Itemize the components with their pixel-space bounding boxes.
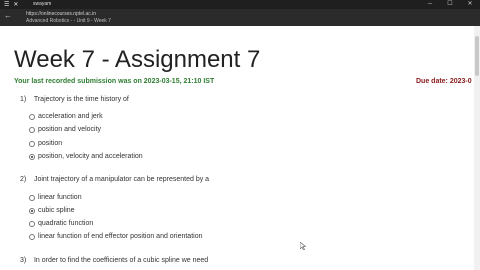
question-text: In order to find the coefficients of a c… <box>33 257 209 264</box>
browser-title-bar: ☰ ✕ swayam ─ ☐ ✕ <box>0 0 480 9</box>
option-label: position <box>38 140 63 147</box>
radio-button[interactable] <box>29 233 35 240</box>
page-scrollbar[interactable] <box>474 26 480 270</box>
mouse-cursor-icon <box>300 242 306 250</box>
option-label: linear function of end effector position… <box>38 233 203 240</box>
question-2: 2) Joint trajectory of a manipulator can… <box>20 176 209 183</box>
page-title: Week 7 - Assignment 7 <box>14 46 261 73</box>
url-text[interactable]: https://onlinecourses.nptel.ac.in <box>26 11 96 17</box>
question-number: 1) <box>20 96 27 103</box>
question-number: 2) <box>20 176 27 183</box>
minimize-icon[interactable]: ─ <box>420 0 440 9</box>
option-position[interactable]: position <box>29 140 62 147</box>
option-position-and-velocity[interactable]: position and velocity <box>29 126 101 133</box>
tab-close-icon[interactable]: ✕ <box>13 1 18 8</box>
radio-button-selected[interactable] <box>29 207 35 214</box>
option-linear-function[interactable]: linear function <box>29 194 82 201</box>
page-breadcrumb: Advanced Robotics - - Unit 9 - Week 7 <box>26 18 111 24</box>
option-label: linear function <box>38 194 82 201</box>
option-label: acceleration and jerk <box>38 113 103 120</box>
maximize-icon[interactable]: ☐ <box>440 0 460 9</box>
submission-note: Your last recorded submission was on 202… <box>14 78 215 85</box>
option-label: position, velocity and acceleration <box>38 153 143 160</box>
question-text: Joint trajectory of a manipulator can be… <box>33 176 210 183</box>
radio-button-selected[interactable] <box>29 153 35 160</box>
option-label: quadratic function <box>38 220 94 227</box>
question-3: 3) In order to find the coefficients of … <box>20 257 208 264</box>
back-arrow-icon[interactable]: ← <box>4 12 12 20</box>
option-acceleration-and-jerk[interactable]: acceleration and jerk <box>29 113 103 120</box>
question-1: 1) Trajectory is the time history of <box>20 96 129 103</box>
radio-button[interactable] <box>29 113 35 120</box>
address-bar: ← https://onlinecourses.nptel.ac.in Adva… <box>0 9 480 26</box>
option-label: cubic spline <box>38 207 75 214</box>
radio-button[interactable] <box>29 126 35 133</box>
question-number: 3) <box>20 257 27 264</box>
scrollbar-thumb[interactable] <box>475 36 479 76</box>
option-cubic-spline[interactable]: cubic spline <box>29 207 75 214</box>
due-date: Due date: 2023-0 <box>416 78 472 85</box>
option-quadratic-function[interactable]: quadratic function <box>29 220 93 227</box>
close-window-icon[interactable]: ✕ <box>460 0 480 9</box>
assignment-page: Week 7 - Assignment 7 Your last recorded… <box>0 26 480 270</box>
radio-button[interactable] <box>29 140 35 147</box>
window-title: swayam <box>33 1 52 7</box>
option-position-velocity-acceleration[interactable]: position, velocity and acceleration <box>29 153 143 160</box>
option-linear-function-end-effector[interactable]: linear function of end effector position… <box>29 233 202 240</box>
browser-menu-icon[interactable]: ☰ <box>4 1 9 8</box>
question-text: Trajectory is the time history of <box>33 96 129 103</box>
option-label: position and velocity <box>38 126 102 133</box>
radio-button[interactable] <box>29 220 35 227</box>
radio-button[interactable] <box>29 194 35 201</box>
